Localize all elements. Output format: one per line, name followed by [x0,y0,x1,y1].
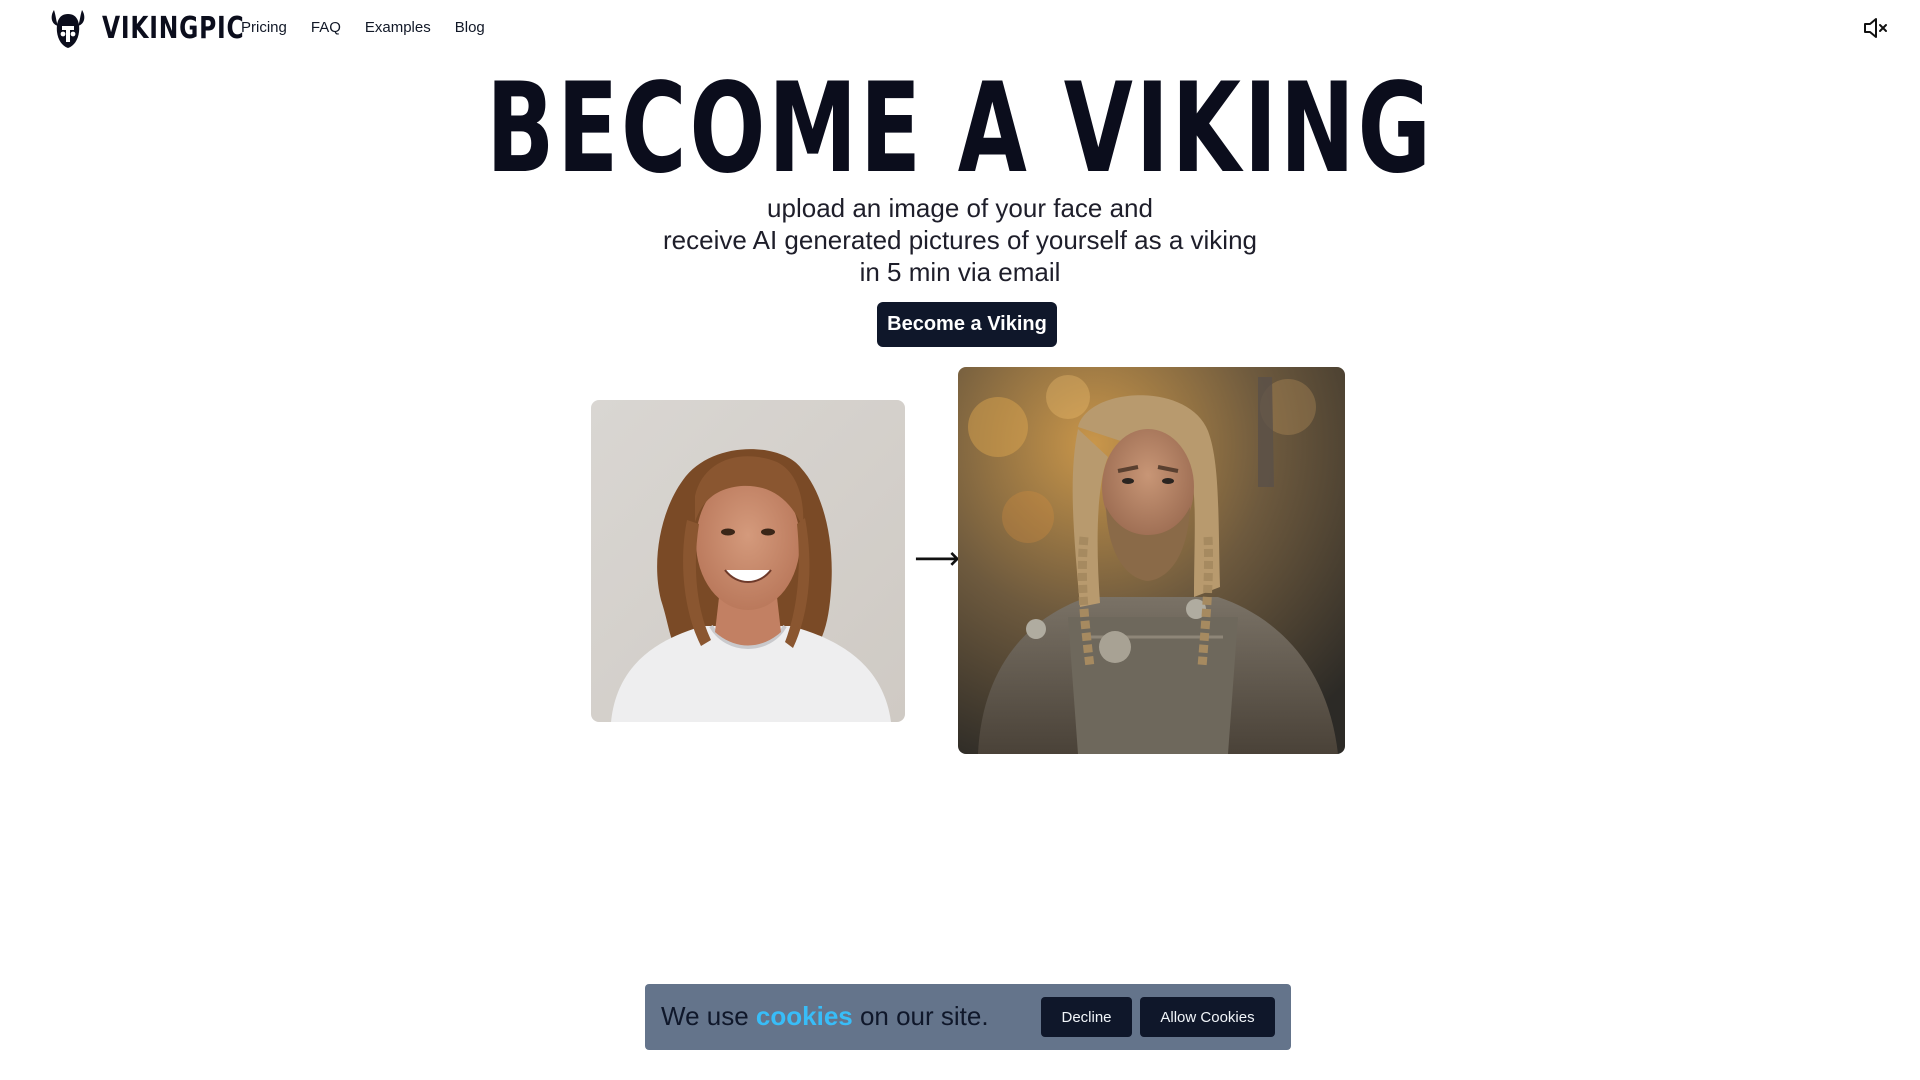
mute-button[interactable] [1862,16,1890,40]
nav-links: Pricing FAQ Examples Blog [241,17,509,39]
hero-title: BECOME A VIKING [486,57,1434,201]
subtitle-line: in 5 min via email [859,257,1061,287]
brand-name: VIKINGPIC [102,10,245,46]
transformation-arrow: ⟶ [914,539,960,577]
cookie-text-suffix: on our site. [852,1001,989,1031]
nav-link-faq[interactable]: FAQ [311,17,341,39]
nav-link-blog[interactable]: Blog [455,17,485,39]
before-photo [591,400,905,722]
top-navbar: VIKINGPIC Pricing FAQ Examples Blog [0,0,1920,56]
become-viking-button[interactable]: Become a Viking [877,302,1057,347]
subtitle-line: receive AI generated pictures of yoursel… [663,225,1257,255]
cookies-link[interactable]: cookies [756,1001,853,1031]
decline-cookies-button[interactable]: Decline [1041,997,1132,1037]
allow-cookies-button[interactable]: Allow Cookies [1140,997,1275,1037]
hero-subtitle: upload an image of your face and receive… [0,192,1920,288]
cookie-banner: We use cookies on our site. Decline Allo… [645,984,1291,1050]
cookie-text-prefix: We use [661,1001,756,1031]
viking-result-photo [958,367,1345,754]
subtitle-line: upload an image of your face and [767,193,1153,223]
nav-link-examples[interactable]: Examples [365,17,431,39]
cookie-message: We use cookies on our site. [661,998,989,1034]
nav-link-pricing[interactable]: Pricing [241,17,287,39]
viking-helmet-icon [51,10,85,48]
speaker-muted-icon [1864,18,1887,38]
